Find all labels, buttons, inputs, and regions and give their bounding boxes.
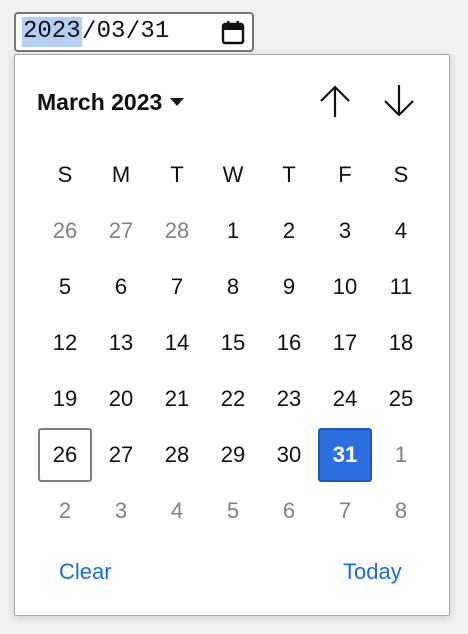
day-cell[interactable]: 13 (93, 315, 149, 371)
day-cell[interactable]: 26 (37, 203, 93, 259)
day-cell[interactable]: 7 (149, 259, 205, 315)
day-cell[interactable]: 29 (205, 427, 261, 483)
day-cell[interactable]: 24 (317, 371, 373, 427)
weekday-header: T (282, 162, 296, 187)
day-cell[interactable]: 11 (373, 259, 429, 315)
weekday-header: S (57, 162, 73, 187)
day-cell[interactable]: 3 (93, 483, 149, 539)
calendar-grid: S M T W T F S 26 27 28 1 2 3 4 5 6 7 8 9 10 11 12 13 14 1… (37, 147, 429, 539)
day-cell[interactable]: 28 (149, 203, 205, 259)
day-cell[interactable]: 27 (93, 203, 149, 259)
day-cell[interactable]: 6 (261, 483, 317, 539)
weekday-header: F (338, 162, 352, 187)
day-cell[interactable]: 23 (261, 371, 317, 427)
day-cell[interactable]: 25 (373, 371, 429, 427)
day-cell[interactable]: 16 (261, 315, 317, 371)
day-segment[interactable]: 31 (140, 17, 169, 47)
clear-button[interactable]: Clear (59, 559, 112, 585)
day-cell[interactable]: 5 (37, 259, 93, 315)
calendar-icon[interactable] (220, 20, 246, 46)
weekday-header: M (111, 162, 131, 187)
weekday-header: S (393, 162, 409, 187)
next-month-button[interactable] (379, 81, 419, 121)
date-separator: / (125, 18, 141, 46)
previous-month-button[interactable] (315, 81, 355, 121)
day-cell[interactable]: 2 (37, 483, 93, 539)
day-cell[interactable]: 9 (261, 259, 317, 315)
arrow-down-icon (384, 85, 414, 117)
day-cell[interactable]: 8 (373, 483, 429, 539)
day-cell[interactable]: 3 (317, 203, 373, 259)
day-cell[interactable]: 19 (37, 371, 93, 427)
day-cell[interactable]: 4 (373, 203, 429, 259)
day-cell[interactable]: 22 (205, 371, 261, 427)
caret-down-icon (170, 98, 185, 106)
day-cell[interactable]: 28 (149, 427, 205, 483)
day-cell[interactable]: 27 (93, 427, 149, 483)
arrow-up-icon (320, 85, 350, 117)
day-cell[interactable]: 4 (149, 483, 205, 539)
day-cell[interactable]: 2 (261, 203, 317, 259)
day-cell[interactable]: 17 (317, 315, 373, 371)
date-input[interactable]: 2023 / 03 / 31 (14, 12, 254, 52)
day-cell[interactable]: 15 (205, 315, 261, 371)
day-cell[interactable]: 30 (261, 427, 317, 483)
day-cell[interactable]: 7 (317, 483, 373, 539)
weekday-header: T (170, 162, 184, 187)
day-cell[interactable]: 21 (149, 371, 205, 427)
day-cell[interactable]: 14 (149, 315, 205, 371)
selected-day-cell[interactable]: 31 (318, 428, 372, 482)
picker-header: March 2023 (37, 85, 427, 119)
year-segment[interactable]: 2023 (22, 17, 82, 47)
day-cell[interactable]: 5 (205, 483, 261, 539)
day-cell[interactable]: 1 (205, 203, 261, 259)
day-cell[interactable]: 18 (373, 315, 429, 371)
today-day-cell[interactable]: 26 (38, 428, 92, 482)
date-separator: / (81, 18, 97, 46)
day-cell[interactable]: 10 (317, 259, 373, 315)
day-cell[interactable]: 6 (93, 259, 149, 315)
month-year-label: March 2023 (37, 88, 163, 115)
day-cell[interactable]: 20 (93, 371, 149, 427)
month-segment[interactable]: 03 (97, 17, 126, 47)
month-year-dropdown[interactable]: March 2023 (37, 85, 185, 119)
day-cell[interactable]: 8 (205, 259, 261, 315)
today-button[interactable]: Today (343, 559, 402, 585)
date-picker-popup: March 2023 S M T W T F S 26 27 28 1 2 3 4 5 6 7 8 9… (14, 54, 450, 616)
weekday-header: W (222, 162, 244, 187)
day-cell[interactable]: 12 (37, 315, 93, 371)
day-cell[interactable]: 1 (373, 427, 429, 483)
